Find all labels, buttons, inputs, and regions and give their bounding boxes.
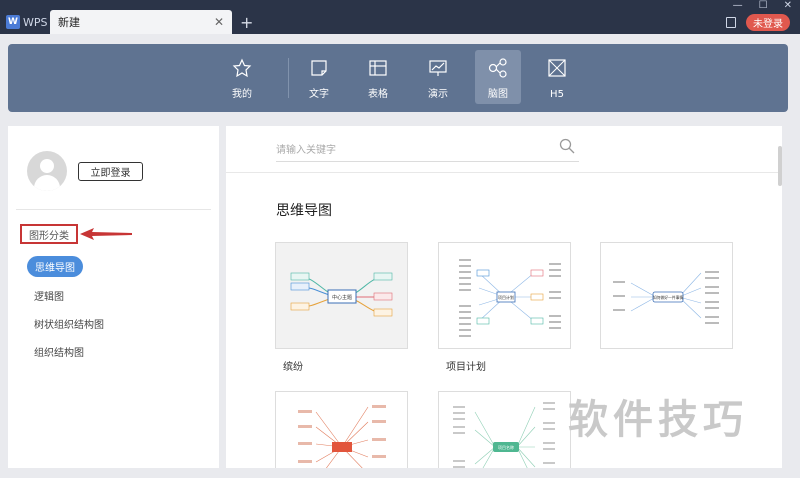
new-tab-icon[interactable]: + — [240, 13, 253, 32]
title-bar: W WPS 新建 ✕ + — ☐ ✕ 未登录 — [0, 0, 800, 34]
mindmap-thumbnail: 如何做好一件事情 — [613, 271, 719, 324]
close-window-icon[interactable]: ✕ — [784, 0, 792, 11]
template-card-project-plan[interactable]: 项目计划 — [438, 242, 571, 349]
category-logic[interactable]: 逻辑图 — [34, 288, 64, 303]
template-label: 项目计划 — [446, 362, 486, 373]
window-controls: — ☐ ✕ — [733, 0, 792, 11]
sidebar: 立即登录 图形分类 思维导图 逻辑图 树状组织结构图 组织结构图 — [8, 126, 219, 468]
avatar[interactable] — [27, 151, 67, 191]
nav-label: 我的 — [232, 89, 252, 100]
mindmap-thumbnail: 中心主题 — [290, 272, 393, 317]
nav-label: 表格 — [368, 89, 388, 100]
presentation-icon — [429, 60, 447, 76]
table-icon — [369, 60, 387, 76]
scrollbar[interactable] — [778, 146, 782, 186]
minimize-icon[interactable]: — — [733, 0, 743, 11]
tab-close-icon[interactable]: ✕ — [214, 15, 224, 29]
maximize-icon[interactable]: ☐ — [759, 0, 768, 11]
search-icon[interactable] — [559, 138, 575, 154]
template-card-project-name[interactable]: 项目名称 — [438, 391, 571, 468]
center-topic-text: 中心主题 — [332, 294, 352, 301]
nav-item-writer[interactable]: 文字 — [296, 50, 342, 104]
wps-home-tab[interactable]: W WPS — [0, 10, 48, 34]
search-divider — [226, 172, 782, 173]
wps-logo-icon: W — [6, 15, 20, 29]
template-card-do-things[interactable]: 如何做好一件事情 — [600, 242, 733, 349]
mindmap-thumbnail — [298, 405, 386, 468]
center-topic-text: 项目名称 — [498, 444, 514, 450]
category-nav: 我的 文字 表格 演示 脑图 H5 — [8, 44, 788, 112]
center-topic-text: 如何做好一件事情 — [653, 295, 684, 300]
search-input[interactable]: 请输入关键字 — [276, 136, 579, 162]
device-icon[interactable] — [726, 17, 736, 28]
mindmap-thumbnail: 项目计划 — [459, 259, 561, 337]
nav-item-h5[interactable]: H5 — [534, 50, 580, 104]
template-card-colorful[interactable]: 中心主题 — [275, 242, 408, 349]
tab-new[interactable]: 新建 ✕ — [50, 10, 232, 34]
watermark-text: 软件技巧 — [568, 397, 748, 443]
login-button[interactable]: 立即登录 — [78, 162, 143, 181]
app-name: WPS — [23, 15, 48, 29]
section-title: 思维导图 — [276, 203, 332, 219]
category-title: 图形分类 — [20, 224, 78, 244]
nav-item-sheet[interactable]: 表格 — [355, 50, 401, 104]
login-status-badge[interactable]: 未登录 — [746, 14, 790, 31]
document-icon — [311, 60, 327, 76]
red-arrow-annotation-icon — [80, 228, 132, 240]
category-org[interactable]: 组织结构图 — [34, 344, 84, 359]
nav-item-mindmap[interactable]: 脑图 — [475, 50, 521, 104]
nav-item-presentation[interactable]: 演示 — [415, 50, 461, 104]
template-card-red[interactable] — [275, 391, 408, 468]
mindmap-thumbnail: 项目名称 — [453, 402, 555, 468]
mindmap-icon — [488, 58, 507, 78]
nav-divider — [288, 58, 289, 98]
star-icon — [232, 58, 252, 78]
template-label: 缤纷 — [283, 362, 303, 373]
category-mindmap[interactable]: 思维导图 — [27, 256, 83, 277]
center-topic-text: 项目计划 — [498, 294, 514, 300]
nav-label: H5 — [550, 89, 564, 100]
nav-label: 文字 — [309, 89, 329, 100]
sidebar-divider — [16, 209, 211, 210]
nav-item-mine[interactable]: 我的 — [219, 50, 265, 104]
h5-icon — [548, 59, 566, 77]
tab-label: 新建 — [58, 16, 80, 29]
nav-label: 演示 — [428, 89, 448, 100]
nav-label: 脑图 — [488, 89, 508, 100]
category-tree-org[interactable]: 树状组织结构图 — [34, 316, 104, 331]
